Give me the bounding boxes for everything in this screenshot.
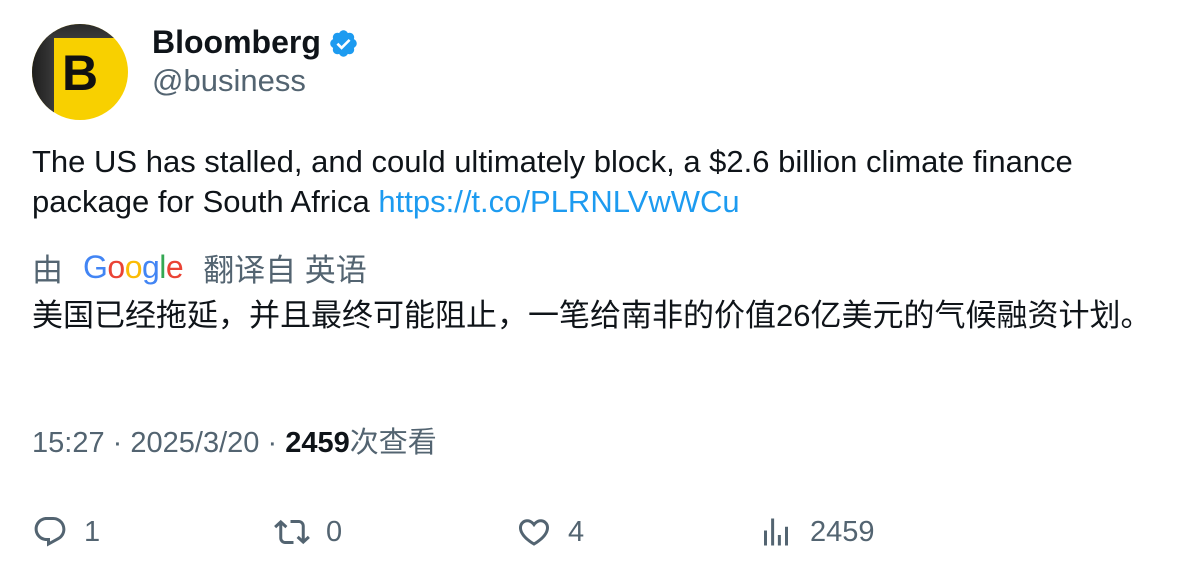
- translated-text: 美国已经拖延，并且最终可能阻止，一笔给南非的价值26亿美元的气候融资计划。: [32, 298, 1152, 333]
- avatar-letter: B: [62, 45, 99, 101]
- google-logo-letter: g: [141, 248, 160, 285]
- verified-badge-icon: [330, 30, 357, 57]
- tweet-date[interactable]: 2025/3/20: [130, 427, 259, 459]
- bar-chart-icon: [764, 518, 788, 546]
- display-name[interactable]: Bloomberg: [152, 22, 321, 62]
- action-bar: 1 0 4 2459: [32, 512, 1162, 552]
- like-button[interactable]: 4: [516, 512, 584, 552]
- google-logo-letter: o: [107, 248, 125, 285]
- meta-separator: ·: [267, 427, 278, 459]
- tweet-link[interactable]: https://t.co/PLRNLVwWCu: [378, 184, 739, 219]
- google-logo-letter: l: [159, 248, 166, 285]
- google-logo: Google: [83, 248, 184, 286]
- reply-icon: [34, 517, 66, 547]
- retweet-count: 0: [326, 515, 343, 548]
- google-logo-letter: o: [124, 248, 143, 285]
- avatar[interactable]: B: [32, 24, 128, 120]
- reply-count: 1: [84, 515, 101, 548]
- views-button[interactable]: 2459: [758, 512, 875, 552]
- views-action-count: 2459: [810, 515, 875, 548]
- tweet-meta: 15:27 · 2025/3/20 · 2459次查看: [32, 424, 437, 462]
- user-handle[interactable]: @business: [152, 62, 306, 100]
- translation-prefix: 由: [32, 252, 63, 288]
- retweet-button[interactable]: 0: [274, 512, 342, 552]
- heart-icon: [518, 519, 550, 546]
- translation-source-language[interactable]: 翻译自 英语: [203, 245, 367, 290]
- like-count: 4: [568, 515, 585, 548]
- reply-button[interactable]: 1: [32, 512, 100, 552]
- avatar-shade: [32, 24, 54, 120]
- avatar-top-shade: [32, 24, 128, 38]
- tweet-text: The US has stalled, and could ultimately…: [32, 142, 1162, 222]
- meta-separator: ·: [112, 427, 123, 459]
- tweet-time[interactable]: 15:27: [32, 427, 105, 459]
- translation-attribution: 由 Google 翻译自 英语: [32, 246, 367, 288]
- views-count: 2459: [285, 427, 350, 459]
- views-label: 次查看: [349, 427, 437, 459]
- google-logo-letter: e: [165, 248, 184, 285]
- google-logo-letter: G: [83, 248, 108, 285]
- retweet-icon: [274, 519, 310, 545]
